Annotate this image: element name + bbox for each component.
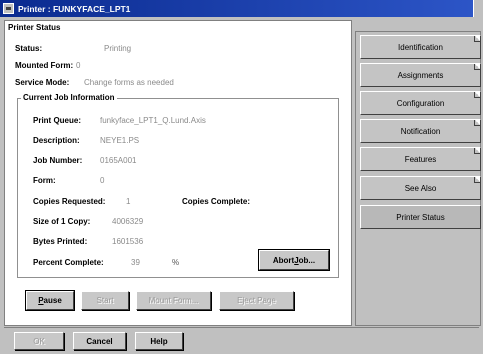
section-title: Printer Status: [8, 23, 61, 32]
form-value: 0: [100, 176, 105, 185]
eject-page-button[interactable]: Eject Page: [219, 291, 294, 310]
page-corner-icon: [474, 92, 480, 98]
system-menu-button[interactable]: [473, 0, 483, 17]
percent-complete-value: 39: [131, 258, 140, 267]
description-label: Description:: [33, 136, 80, 145]
tab-configuration[interactable]: Configuration: [360, 91, 481, 115]
service-mode-label: Service Mode:: [15, 78, 70, 87]
job-number-label: Job Number:: [33, 156, 83, 165]
pause-label-rest: ause: [43, 296, 62, 305]
cancel-button[interactable]: Cancel: [73, 332, 126, 350]
percent-unit: %: [172, 258, 180, 267]
copies-complete-label: Copies Complete:: [182, 197, 251, 206]
page-corner-icon: [474, 64, 480, 70]
description-value: NEYE1.PS: [100, 136, 140, 145]
page-corner-icon: [474, 120, 480, 126]
bytes-printed-label: Bytes Printed:: [33, 237, 88, 246]
bytes-printed-value: 1601536: [112, 237, 144, 246]
abort-job-label-prefix: Abort: [272, 255, 295, 265]
page-corner-icon: [474, 36, 480, 42]
tab-features-label: Features: [404, 154, 437, 164]
page-corner-icon: [474, 148, 480, 154]
tab-printer-status[interactable]: Printer Status: [360, 205, 481, 229]
mounted-form-value: 0: [76, 61, 81, 70]
copies-requested-label: Copies Requested:: [33, 197, 106, 206]
abort-job-button[interactable]: Abort Job...: [258, 249, 330, 271]
start-button[interactable]: Start: [81, 291, 129, 310]
mounted-form-label: Mounted Form:: [15, 61, 74, 70]
pause-button[interactable]: Pause: [25, 290, 75, 311]
title-bar[interactable]: Printer : FUNKYFACE_LPT1: [0, 0, 483, 17]
tab-configuration-label: Configuration: [396, 98, 445, 108]
size-of-copy-value: 4006329: [112, 217, 144, 226]
print-queue-label: Print Queue:: [33, 116, 82, 125]
tab-notification[interactable]: Notification: [360, 119, 481, 143]
abort-job-label-suffix: ob...: [298, 255, 316, 265]
bottom-divider: [4, 327, 479, 328]
form-label: Form:: [33, 176, 56, 185]
page-corner-icon: [474, 177, 480, 183]
help-button[interactable]: Help: [135, 332, 183, 350]
print-queue-value: funkyface_LPT1_Q.Lund.Axis: [100, 116, 206, 125]
copies-requested-value: 1: [126, 197, 131, 206]
tab-notification-label: Notification: [400, 126, 441, 136]
tab-features[interactable]: Features: [360, 147, 481, 171]
tab-identification-label: Identification: [398, 42, 443, 52]
size-of-copy-label: Size of 1 Copy:: [33, 217, 91, 226]
mount-form-button[interactable]: Mount Form...: [136, 291, 211, 310]
job-number-value: 0165A001: [100, 156, 137, 165]
tab-assignments-label: Assignments: [397, 70, 444, 80]
tab-see-also[interactable]: See Also: [360, 176, 481, 200]
tab-assignments[interactable]: Assignments: [360, 63, 481, 87]
status-value: Printing: [104, 44, 132, 53]
tab-printer-status-label: Printer Status: [396, 212, 445, 222]
status-label: Status:: [15, 44, 43, 53]
tab-see-also-label: See Also: [404, 183, 437, 193]
window-title: Printer : FUNKYFACE_LPT1: [18, 3, 131, 14]
service-mode-value: Change forms as needed: [84, 78, 174, 87]
tab-identification[interactable]: Identification: [360, 35, 481, 59]
printer-app-icon[interactable]: [3, 3, 14, 14]
current-job-group-title: Current Job Information: [21, 93, 117, 102]
percent-complete-label: Percent Complete:: [33, 258, 104, 267]
ok-button[interactable]: OK: [14, 332, 64, 350]
